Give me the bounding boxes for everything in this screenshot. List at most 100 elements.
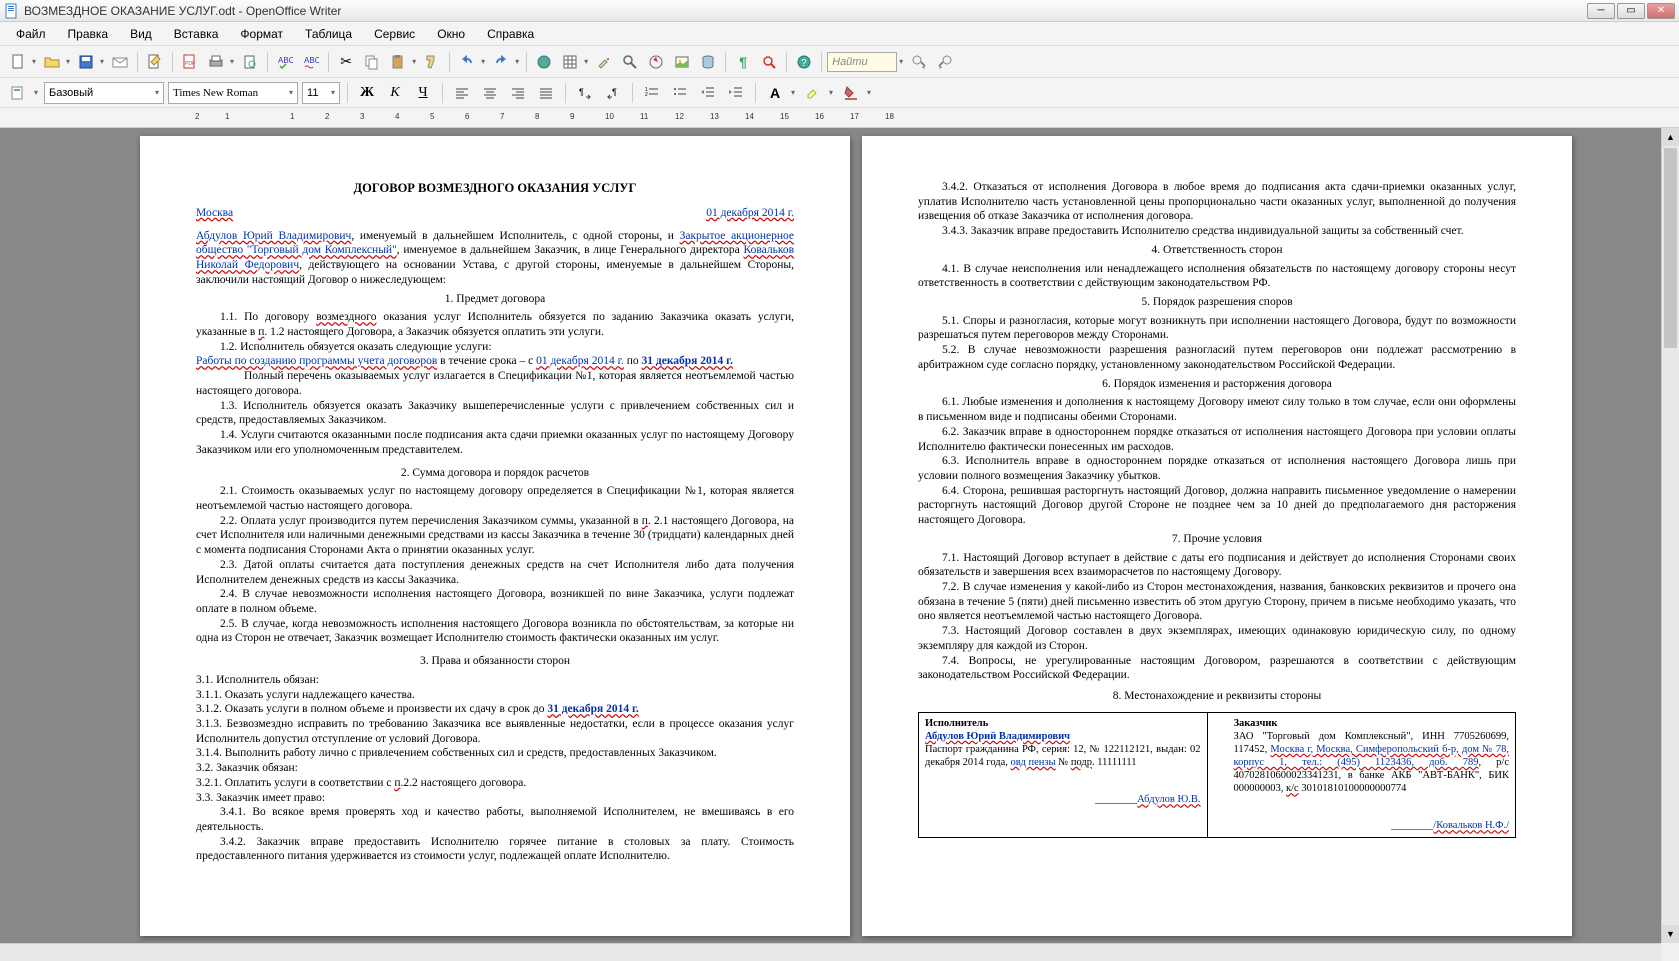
print-button[interactable] (204, 50, 228, 74)
menu-window[interactable]: Окно (427, 24, 475, 44)
menu-view[interactable]: Вид (120, 24, 162, 44)
doc-date: 01 декабря 2014 г. (706, 206, 794, 221)
menu-format[interactable]: Формат (230, 24, 293, 44)
datasources-button[interactable] (696, 50, 720, 74)
paste-button[interactable] (386, 50, 410, 74)
font-size-combo[interactable]: 11▾ (302, 82, 340, 104)
underline-button[interactable]: Ч (411, 81, 435, 105)
show-draw-button[interactable] (592, 50, 616, 74)
highlight-button[interactable] (801, 81, 825, 105)
toolbar-separator (821, 52, 822, 72)
save-dropdown[interactable]: ▾ (98, 57, 106, 66)
redo-button[interactable] (489, 50, 513, 74)
toolbar-separator (172, 52, 173, 72)
styles-button[interactable] (6, 81, 30, 105)
new-dropdown[interactable]: ▾ (30, 57, 38, 66)
p-7-3: 7.3. Настоящий Договор составлен в двух … (918, 624, 1516, 653)
toolbar-separator (632, 83, 633, 103)
spellcheck-button[interactable]: ABC (273, 50, 297, 74)
font-color-button[interactable]: A (763, 81, 787, 105)
save-button[interactable] (74, 50, 98, 74)
italic-button[interactable]: К (383, 81, 407, 105)
find-input[interactable]: Найти (827, 52, 897, 72)
open-button[interactable] (40, 50, 64, 74)
increase-indent-button[interactable] (724, 81, 748, 105)
hyperlink-button[interactable] (532, 50, 556, 74)
edit-doc-button[interactable] (143, 50, 167, 74)
find-prev-button[interactable] (933, 50, 957, 74)
page-2[interactable]: 3.4.2. Отказаться от исполнения Договора… (862, 136, 1572, 936)
p-1-2-detail: Работы по созданию программы учета догов… (196, 354, 794, 369)
menu-file[interactable]: Файл (6, 24, 56, 44)
paste-dropdown[interactable]: ▾ (410, 57, 418, 66)
align-left-button[interactable] (450, 81, 474, 105)
scroll-down-button[interactable]: ▼ (1662, 925, 1679, 943)
highlight-dropdown[interactable]: ▾ (827, 88, 835, 97)
align-center-button[interactable] (478, 81, 502, 105)
copy-button[interactable] (360, 50, 384, 74)
close-button[interactable]: ✕ (1647, 3, 1675, 19)
undo-button[interactable] (455, 50, 479, 74)
bold-button[interactable]: Ж (355, 81, 379, 105)
paragraph-style-combo[interactable]: Базовый▾ (44, 82, 164, 104)
table-dropdown[interactable]: ▾ (582, 57, 590, 66)
font-name-combo[interactable]: Times New Roman▾ (168, 82, 298, 104)
table-button[interactable] (558, 50, 582, 74)
horizontal-scrollbar[interactable] (0, 943, 1661, 961)
decrease-indent-button[interactable] (696, 81, 720, 105)
p-1-4: 1.4. Услуги считаются оказанными после п… (196, 428, 794, 457)
numbered-list-button[interactable]: 12 (640, 81, 664, 105)
toolbar-separator (328, 52, 329, 72)
menu-table[interactable]: Таблица (295, 24, 362, 44)
navigator-button[interactable] (644, 50, 668, 74)
find-replace-button[interactable] (618, 50, 642, 74)
horizontal-ruler[interactable]: 2 1 1 2 3 4 5 6 7 8 9 10 11 12 13 14 15 … (0, 108, 1679, 128)
menu-help[interactable]: Справка (477, 24, 544, 44)
minimize-button[interactable]: ─ (1587, 3, 1615, 19)
document-workspace[interactable]: ДОГОВОР ВОЗМЕЗДНОГО ОКАЗАНИЯ УСЛУГ Москв… (0, 128, 1661, 943)
p-6-2: 6.2. Заказчик вправе в одностороннем пор… (918, 425, 1516, 454)
maximize-button[interactable]: ▭ (1617, 3, 1645, 19)
toolbar-separator (347, 83, 348, 103)
cut-button[interactable]: ✂ (334, 50, 358, 74)
vertical-scrollbar[interactable]: ▲ ▼ (1661, 128, 1679, 943)
find-dropdown[interactable]: ▾ (897, 57, 905, 66)
nonprinting-button[interactable]: ¶ (731, 50, 755, 74)
export-pdf-button[interactable]: PDF (178, 50, 202, 74)
email-button[interactable] (108, 50, 132, 74)
autospell-button[interactable]: ABC (299, 50, 323, 74)
bgcolor-dropdown[interactable]: ▾ (865, 88, 873, 97)
find-next-button[interactable] (907, 50, 931, 74)
zoom-button[interactable] (757, 50, 781, 74)
svg-text:¶: ¶ (612, 87, 617, 97)
scroll-thumb[interactable] (1664, 148, 1677, 348)
rtl-button[interactable]: ¶ (601, 81, 625, 105)
page-1[interactable]: ДОГОВОР ВОЗМЕЗДНОГО ОКАЗАНИЯ УСЛУГ Москв… (140, 136, 850, 936)
align-justify-button[interactable] (534, 81, 558, 105)
preview-button[interactable] (238, 50, 262, 74)
section-2-heading: 2. Сумма договора и порядок расчетов (196, 466, 794, 481)
p-2-4: 2.4. В случае невозможности исполнения н… (196, 587, 794, 616)
redo-dropdown[interactable]: ▾ (513, 57, 521, 66)
p-5-1: 5.1. Споры и разногласия, которые могут … (918, 314, 1516, 343)
open-dropdown[interactable]: ▾ (64, 57, 72, 66)
align-right-button[interactable] (506, 81, 530, 105)
ltr-button[interactable]: ¶ (573, 81, 597, 105)
doc-title: ДОГОВОР ВОЗМЕЗДНОГО ОКАЗАНИЯ УСЛУГ (196, 180, 794, 196)
menu-tools[interactable]: Сервис (364, 24, 425, 44)
bgcolor-button[interactable] (839, 81, 863, 105)
p-3-4-2b: 3.4.2. Отказаться от исполнения Договора… (918, 180, 1516, 224)
format-paintbrush-button[interactable] (420, 50, 444, 74)
scroll-up-button[interactable]: ▲ (1662, 128, 1679, 146)
gallery-button[interactable] (670, 50, 694, 74)
new-button[interactable] (6, 50, 30, 74)
font-color-dropdown[interactable]: ▾ (789, 88, 797, 97)
menu-edit[interactable]: Правка (58, 24, 119, 44)
undo-dropdown[interactable]: ▾ (479, 57, 487, 66)
bullet-list-button[interactable] (668, 81, 692, 105)
styles-dropdown[interactable]: ▾ (32, 88, 40, 97)
help-button[interactable]: ? (792, 50, 816, 74)
menu-insert[interactable]: Вставка (164, 24, 229, 44)
p-6-3: 6.3. Исполнитель вправе в одностороннем … (918, 454, 1516, 483)
print-dropdown[interactable]: ▾ (228, 57, 236, 66)
